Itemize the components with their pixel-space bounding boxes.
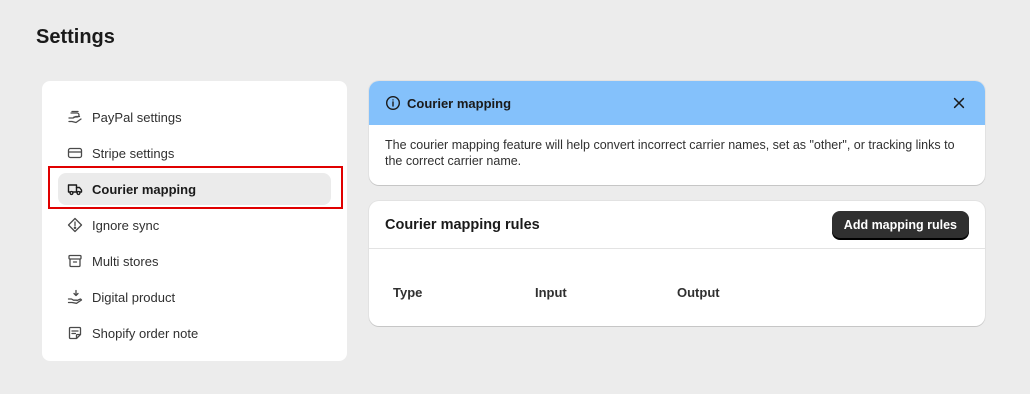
download-hand-icon [66, 288, 84, 306]
archive-box-icon [66, 252, 84, 270]
sidebar-item-paypal-settings[interactable]: PayPal settings [58, 101, 331, 133]
courier-mapping-info-banner: Courier mapping The courier mapping feat… [369, 81, 985, 185]
info-icon [385, 95, 401, 111]
sidebar-item-label: Courier mapping [92, 181, 197, 197]
column-header-output: Output [677, 285, 720, 300]
banner-body-text: The courier mapping feature will help co… [385, 138, 955, 168]
page-title: Settings [36, 26, 115, 48]
column-header-input: Input [535, 285, 567, 300]
rules-title: Courier mapping rules [385, 216, 540, 233]
sidebar-item-label: Stripe settings [92, 145, 175, 161]
add-mapping-rules-button[interactable]: Add mapping rules [831, 210, 969, 239]
settings-sidebar: PayPal settings Stripe settings Courier … [42, 81, 347, 361]
sidebar-item-stripe-settings[interactable]: Stripe settings [58, 137, 331, 169]
banner-title: Courier mapping [407, 95, 512, 111]
sidebar-item-shopify-order-note[interactable]: Shopify order note [58, 317, 331, 349]
credit-card-icon [66, 144, 84, 162]
rules-header: Courier mapping rules Add mapping rules [369, 201, 985, 249]
rules-table-header: Type Input Output [393, 285, 819, 300]
column-header-type: Type [393, 285, 423, 300]
sidebar-item-label: PayPal settings [92, 109, 182, 125]
banner-header: Courier mapping [369, 81, 985, 125]
sidebar-item-courier-mapping[interactable]: Courier mapping [58, 173, 331, 205]
sidebar-item-label: Ignore sync [92, 217, 160, 233]
sidebar-item-label: Multi stores [92, 253, 159, 269]
sidebar-item-label: Shopify order note [92, 325, 199, 341]
courier-mapping-rules-card: Courier mapping rules Add mapping rules … [369, 201, 985, 326]
close-banner-button[interactable] [949, 93, 969, 113]
note-icon [66, 324, 84, 342]
paypal-hand-icon [66, 108, 84, 126]
sidebar-item-digital-product[interactable]: Digital product [58, 281, 331, 313]
sidebar-item-multi-stores[interactable]: Multi stores [58, 245, 331, 277]
alert-diamond-icon [66, 216, 84, 234]
close-icon [953, 97, 965, 109]
delivery-truck-icon [66, 180, 84, 198]
sidebar-item-label: Digital product [92, 289, 176, 305]
sidebar-item-ignore-sync[interactable]: Ignore sync [58, 209, 331, 241]
